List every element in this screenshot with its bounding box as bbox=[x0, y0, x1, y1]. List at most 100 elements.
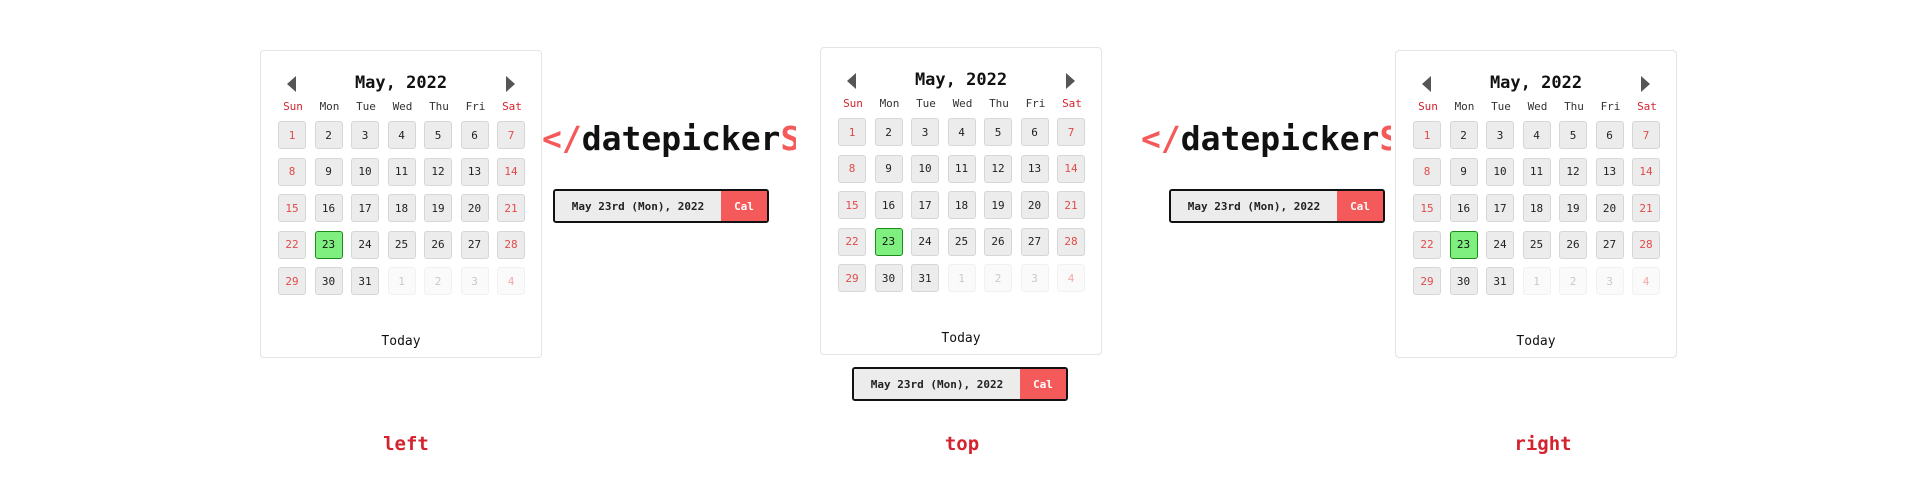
day-cell[interactable]: 21 bbox=[1057, 191, 1085, 219]
day-cell[interactable]: 20 bbox=[1020, 191, 1049, 219]
next-month-icon[interactable] bbox=[1641, 76, 1650, 92]
day-cell[interactable]: 6 bbox=[460, 121, 489, 149]
day-cell[interactable]: 19 bbox=[424, 194, 452, 222]
cal-button[interactable]: Cal bbox=[1020, 369, 1066, 399]
day-cell[interactable]: 11 bbox=[387, 157, 416, 186]
day-cell[interactable]: 8 bbox=[1413, 157, 1441, 186]
day-cell[interactable]: 13 bbox=[1595, 157, 1624, 186]
day-cell[interactable]: 12 bbox=[984, 154, 1012, 183]
day-cell[interactable]: 5 bbox=[1559, 121, 1587, 149]
day-cell[interactable]: 18 bbox=[947, 191, 976, 219]
day-cell[interactable]: 29 bbox=[1413, 267, 1441, 295]
day-cell[interactable]: 21 bbox=[1632, 194, 1660, 222]
day-cell[interactable]: 28 bbox=[497, 230, 525, 259]
day-cell[interactable]: 4 bbox=[947, 118, 976, 146]
day-cell[interactable]: 7 bbox=[1057, 118, 1085, 146]
day-cell[interactable]: 2 bbox=[874, 118, 903, 146]
day-cell[interactable]: 5 bbox=[984, 118, 1012, 146]
day-cell[interactable]: 1 bbox=[1413, 121, 1441, 149]
day-cell[interactable]: 16 bbox=[1449, 194, 1478, 222]
day-cell[interactable]: 29 bbox=[278, 267, 306, 295]
day-cell[interactable]: 24 bbox=[1486, 230, 1514, 259]
today-button[interactable]: Today bbox=[1396, 334, 1676, 349]
day-cell[interactable]: 6 bbox=[1595, 121, 1624, 149]
day-cell[interactable]: 11 bbox=[1522, 157, 1551, 186]
day-cell[interactable]: 5 bbox=[424, 121, 452, 149]
day-cell[interactable]: 9 bbox=[314, 157, 343, 186]
day-cell[interactable]: 18 bbox=[387, 194, 416, 222]
day-cell[interactable]: 3 bbox=[351, 121, 379, 149]
cal-button[interactable]: Cal bbox=[1337, 191, 1383, 221]
day-cell[interactable]: 3 bbox=[1486, 121, 1514, 149]
day-cell[interactable]: 4 bbox=[1522, 121, 1551, 149]
day-cell[interactable]: 16 bbox=[314, 194, 343, 222]
day-cell[interactable]: 20 bbox=[460, 194, 489, 222]
today-button[interactable]: Today bbox=[261, 334, 541, 349]
next-month-icon[interactable] bbox=[1066, 73, 1075, 89]
day-cell[interactable]: 12 bbox=[1559, 157, 1587, 186]
day-cell[interactable]: 17 bbox=[911, 191, 939, 219]
day-cell[interactable]: 14 bbox=[1632, 157, 1660, 186]
day-cell[interactable]: 27 bbox=[1595, 230, 1624, 259]
day-cell[interactable]: 8 bbox=[278, 157, 306, 186]
date-input[interactable] bbox=[1171, 191, 1337, 221]
day-cell[interactable]: 29 bbox=[838, 264, 866, 292]
day-cell[interactable]: 30 bbox=[1449, 267, 1478, 295]
day-cell[interactable]: 31 bbox=[1486, 267, 1514, 295]
day-cell[interactable]: 16 bbox=[874, 191, 903, 219]
day-cell[interactable]: 13 bbox=[460, 157, 489, 186]
day-cell[interactable]: 18 bbox=[1522, 194, 1551, 222]
day-cell[interactable]: 10 bbox=[1486, 157, 1514, 186]
day-cell[interactable]: 6 bbox=[1020, 118, 1049, 146]
day-cell[interactable]: 1 bbox=[838, 118, 866, 146]
day-cell[interactable]: 13 bbox=[1020, 154, 1049, 183]
day-cell[interactable]: 15 bbox=[1413, 194, 1441, 222]
day-cell[interactable]: 25 bbox=[947, 227, 976, 256]
day-cell[interactable]: 10 bbox=[351, 157, 379, 186]
day-cell[interactable]: 1 bbox=[278, 121, 306, 149]
day-cell[interactable]: 7 bbox=[1632, 121, 1660, 149]
day-cell[interactable]: 3 bbox=[911, 118, 939, 146]
day-cell[interactable]: 22 bbox=[838, 227, 866, 256]
day-cell-selected[interactable]: 23 bbox=[314, 230, 343, 259]
day-cell[interactable]: 17 bbox=[1486, 194, 1514, 222]
date-input[interactable] bbox=[555, 191, 721, 221]
day-cell[interactable]: 12 bbox=[424, 157, 452, 186]
day-cell[interactable]: 26 bbox=[424, 230, 452, 259]
day-cell[interactable]: 9 bbox=[874, 154, 903, 183]
day-cell[interactable]: 27 bbox=[460, 230, 489, 259]
day-cell-selected[interactable]: 23 bbox=[874, 227, 903, 256]
next-month-icon[interactable] bbox=[506, 76, 515, 92]
day-cell[interactable]: 4 bbox=[387, 121, 416, 149]
day-cell[interactable]: 17 bbox=[351, 194, 379, 222]
day-cell[interactable]: 10 bbox=[911, 154, 939, 183]
day-cell[interactable]: 30 bbox=[874, 264, 903, 292]
day-cell[interactable]: 31 bbox=[911, 264, 939, 292]
day-cell[interactable]: 24 bbox=[351, 230, 379, 259]
day-cell[interactable]: 25 bbox=[1522, 230, 1551, 259]
day-cell[interactable]: 22 bbox=[1413, 230, 1441, 259]
day-cell[interactable]: 28 bbox=[1632, 230, 1660, 259]
day-cell[interactable]: 2 bbox=[314, 121, 343, 149]
day-cell[interactable]: 27 bbox=[1020, 227, 1049, 256]
day-cell[interactable]: 19 bbox=[984, 191, 1012, 219]
day-cell[interactable]: 15 bbox=[838, 191, 866, 219]
day-cell[interactable]: 28 bbox=[1057, 227, 1085, 256]
day-cell[interactable]: 2 bbox=[1449, 121, 1478, 149]
day-cell[interactable]: 11 bbox=[947, 154, 976, 183]
day-cell[interactable]: 25 bbox=[387, 230, 416, 259]
day-cell[interactable]: 31 bbox=[351, 267, 379, 295]
day-cell[interactable]: 7 bbox=[497, 121, 525, 149]
day-cell[interactable]: 15 bbox=[278, 194, 306, 222]
day-cell[interactable]: 22 bbox=[278, 230, 306, 259]
day-cell[interactable]: 26 bbox=[984, 227, 1012, 256]
date-input[interactable] bbox=[854, 369, 1020, 399]
day-cell-selected[interactable]: 23 bbox=[1449, 230, 1478, 259]
day-cell[interactable]: 14 bbox=[497, 157, 525, 186]
cal-button[interactable]: Cal bbox=[721, 191, 767, 221]
day-cell[interactable]: 19 bbox=[1559, 194, 1587, 222]
day-cell[interactable]: 9 bbox=[1449, 157, 1478, 186]
day-cell[interactable]: 30 bbox=[314, 267, 343, 295]
day-cell[interactable]: 24 bbox=[911, 227, 939, 256]
day-cell[interactable]: 26 bbox=[1559, 230, 1587, 259]
